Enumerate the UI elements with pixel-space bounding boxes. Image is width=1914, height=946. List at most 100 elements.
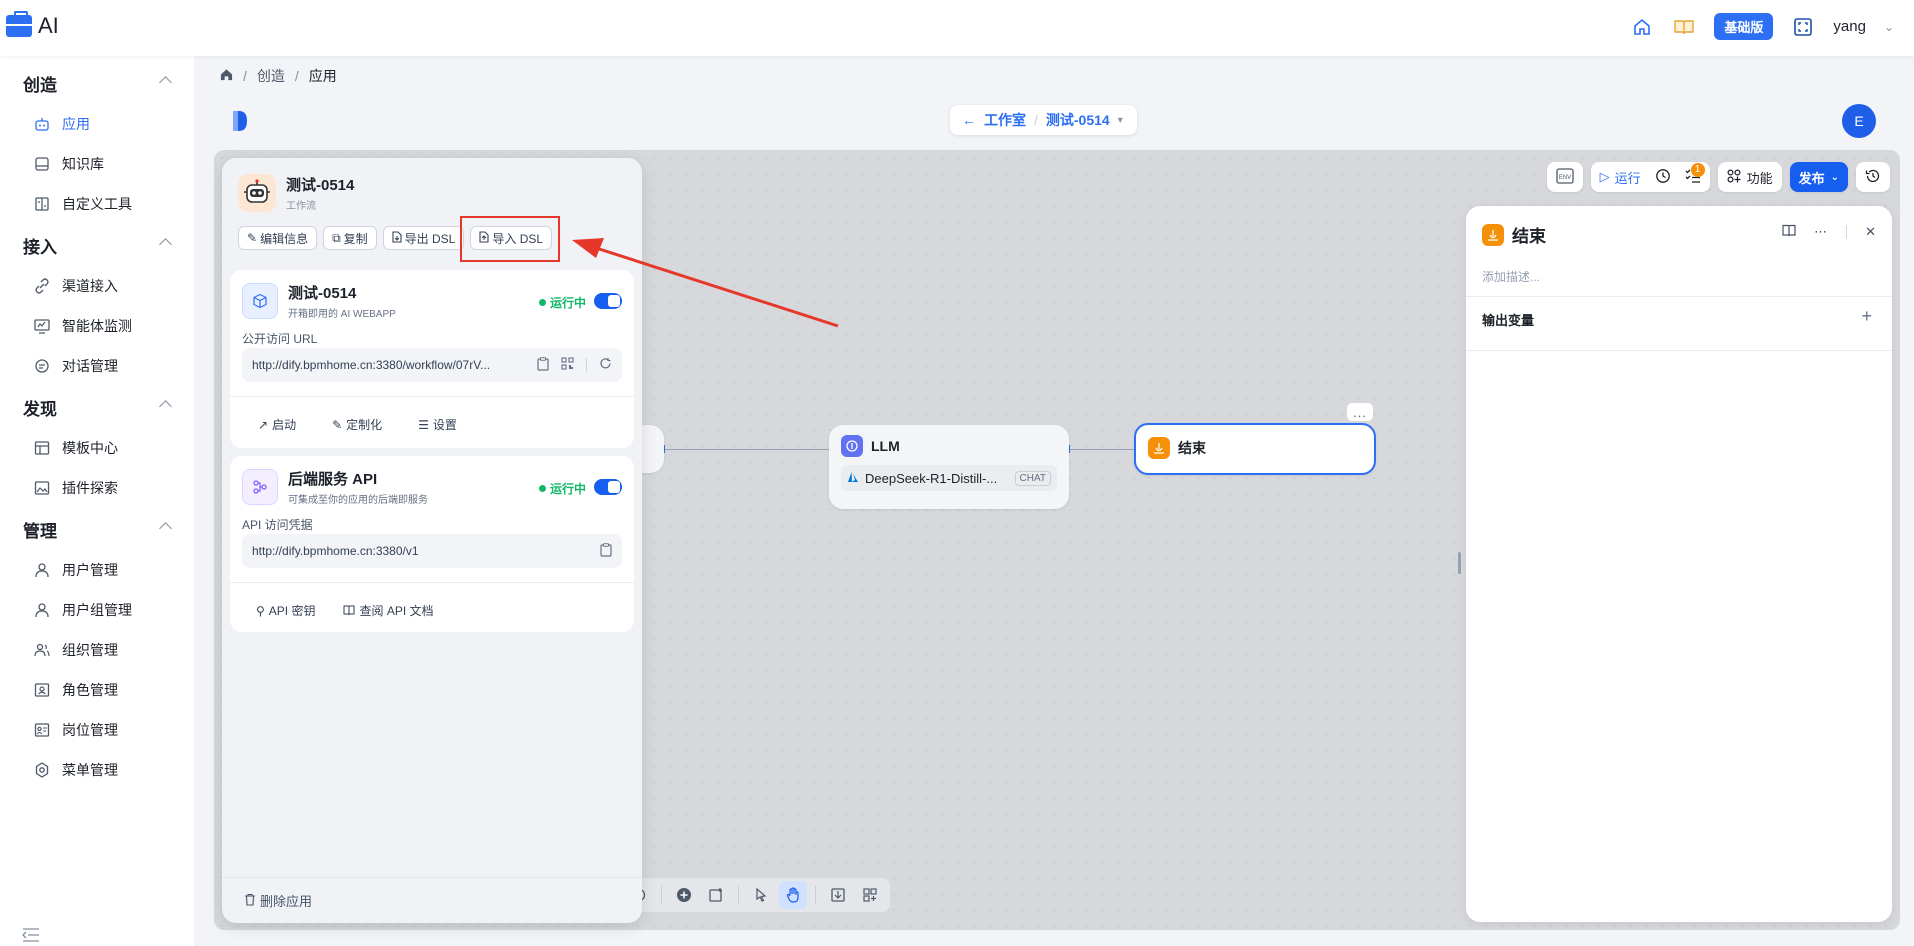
book-open-icon[interactable]	[1782, 224, 1796, 240]
sidebar-item-knowledge[interactable]: 知识库	[0, 144, 194, 184]
book-open-icon	[343, 605, 355, 616]
chevron-down-icon[interactable]: ⌄	[1884, 20, 1894, 34]
env-icon: ENV	[1555, 167, 1574, 187]
checklist-icon[interactable]: 1	[1685, 162, 1705, 187]
home-icon[interactable]	[220, 68, 233, 84]
hand-icon[interactable]	[779, 881, 807, 909]
api-toggle[interactable]	[594, 479, 622, 495]
sidebar-item-user-groups[interactable]: 用户组管理	[0, 590, 194, 630]
status-text: 运行中	[549, 482, 586, 496]
plan-badge[interactable]: 基础版	[1714, 13, 1774, 40]
book-icon[interactable]	[1672, 15, 1696, 39]
sidebar-item-users[interactable]: 用户管理	[0, 550, 194, 590]
sidebar-group-access[interactable]: 接入	[0, 224, 194, 266]
sidebar-item-monitoring[interactable]: 智能体监测	[0, 306, 194, 346]
sidebar-item-menus[interactable]: 菜单管理	[0, 750, 194, 790]
more-icon[interactable]: ⋯	[1814, 224, 1828, 240]
home-icon[interactable]	[1630, 15, 1654, 39]
user-icon	[34, 602, 50, 618]
node-more-icon[interactable]: ...	[1347, 403, 1373, 421]
edit-info-button[interactable]: ✎ 编辑信息	[238, 226, 318, 250]
customize-label: 定制化	[346, 418, 383, 432]
back-to-studio-link[interactable]: 工作室	[984, 110, 1026, 130]
export-dsl-button[interactable]: 导出 DSL	[382, 226, 465, 250]
database-icon	[34, 156, 50, 172]
version-history-button[interactable]	[1856, 162, 1890, 192]
fullscreen-icon[interactable]	[1791, 15, 1815, 39]
export-dsl-label: 导出 DSL	[404, 231, 456, 246]
app-name-selector[interactable]: 测试-0514	[1046, 110, 1110, 130]
end-node-title: 结束	[1178, 440, 1206, 456]
panel-resize-handle[interactable]	[1458, 552, 1461, 574]
clipboard-icon[interactable]	[600, 542, 612, 560]
chevron-up-icon[interactable]	[159, 400, 172, 413]
webapp-card: 测试-0514 开箱即用的 AI WEBAPP 运行中 公开访问 URL htt…	[230, 270, 634, 448]
sidebar-group-create[interactable]: 创造	[0, 62, 194, 104]
clipboard-icon[interactable]	[537, 356, 549, 374]
sidebar: 创造 应用 知识库 自定义工具 接入 渠道接入 智能体监测 对话管理 发现 模板…	[0, 56, 194, 946]
api-key-link[interactable]: ⚲ API 密钥	[256, 602, 315, 619]
sidebar-group-manage[interactable]: 管理	[0, 508, 194, 550]
features-button[interactable]: 功能	[1717, 162, 1782, 192]
description-input[interactable]: 添加描述...	[1482, 268, 1540, 285]
add-node-icon[interactable]	[670, 881, 698, 909]
workflow-edge	[1069, 449, 1134, 450]
user-icon	[34, 562, 50, 578]
export-image-icon[interactable]	[824, 881, 852, 909]
sidebar-item-conversations[interactable]: 对话管理	[0, 346, 194, 386]
close-icon[interactable]: ✕	[1865, 224, 1876, 240]
chevron-up-icon[interactable]	[159, 522, 172, 535]
sidebar-item-custom-tools[interactable]: 自定义工具	[0, 184, 194, 224]
sidebar-item-positions[interactable]: 岗位管理	[0, 710, 194, 750]
sidebar-item-organizations[interactable]: 组织管理	[0, 630, 194, 670]
qrcode-icon[interactable]	[561, 357, 574, 373]
sidebar-item-channels[interactable]: 渠道接入	[0, 266, 194, 306]
launch-link[interactable]: ↗ 启动	[258, 416, 296, 433]
sidebar-item-templates[interactable]: 模板中心	[0, 428, 194, 468]
end-node[interactable]: 结束	[1134, 423, 1376, 475]
annotation-highlight-box	[460, 216, 560, 262]
publish-button[interactable]: 发布 ⌄	[1789, 162, 1848, 192]
studio-header: ← 工作室 / 测试-0514 ▾ E	[214, 92, 1900, 148]
launch-label: 启动	[272, 418, 297, 432]
end-flag-icon	[1148, 437, 1170, 459]
delete-app-label: 删除应用	[260, 894, 313, 909]
chevron-up-icon[interactable]	[159, 238, 172, 251]
duplicate-button[interactable]: ⧉ 复制	[323, 226, 377, 250]
env-button[interactable]: ENV	[1546, 162, 1583, 192]
arrow-left-icon[interactable]: ←	[962, 112, 976, 128]
customize-link[interactable]: ✎ 定制化	[332, 416, 382, 433]
llm-node[interactable]: LLM DeepSeek-R1-Distill-... CHAT	[829, 425, 1069, 509]
breadcrumb-item[interactable]: 创造	[257, 66, 285, 86]
history-clock-icon[interactable]	[1655, 168, 1671, 187]
sidebar-item-apps[interactable]: 应用	[0, 104, 194, 144]
collapse-sidebar-icon[interactable]	[22, 928, 40, 942]
public-url-value[interactable]: http://dify.bpmhome.cn:3380/workflow/07r…	[252, 358, 537, 372]
add-variable-icon[interactable]: +	[1861, 306, 1872, 327]
app-logo[interactable]: AI	[6, 11, 59, 39]
team-icon	[34, 642, 50, 658]
delete-app-button[interactable]: 删除应用	[222, 877, 642, 923]
app-type: 工作流	[286, 201, 316, 212]
settings-link[interactable]: ☰ 设置	[418, 416, 457, 433]
api-docs-link[interactable]: 查阅 API 文档	[343, 602, 434, 619]
sidebar-item-roles[interactable]: 角色管理	[0, 670, 194, 710]
sidebar-item-plugins[interactable]: 插件探索	[0, 468, 194, 508]
sidebar-group-discover[interactable]: 发现	[0, 386, 194, 428]
add-note-icon[interactable]	[702, 881, 730, 909]
run-button[interactable]: ▷ 运行	[1600, 168, 1641, 187]
sidebar-item-label: 组织管理	[62, 642, 118, 658]
organize-layout-icon[interactable]	[856, 881, 884, 909]
panel-title[interactable]: 结束	[1512, 222, 1546, 247]
avatar[interactable]: E	[1842, 104, 1876, 138]
api-url-value[interactable]: http://dify.bpmhome.cn:3380/v1	[252, 544, 600, 558]
webapp-toggle[interactable]	[594, 293, 622, 309]
duplicate-label: 复制	[343, 231, 368, 246]
key-icon: ⚲	[256, 603, 265, 618]
pointer-icon[interactable]	[747, 881, 775, 909]
user-name[interactable]: yang	[1833, 18, 1866, 35]
refresh-icon[interactable]	[599, 357, 612, 373]
chevron-up-icon[interactable]	[159, 76, 172, 89]
chevron-down-icon[interactable]: ▾	[1118, 115, 1123, 126]
model-selector[interactable]: DeepSeek-R1-Distill-... CHAT	[841, 465, 1057, 491]
